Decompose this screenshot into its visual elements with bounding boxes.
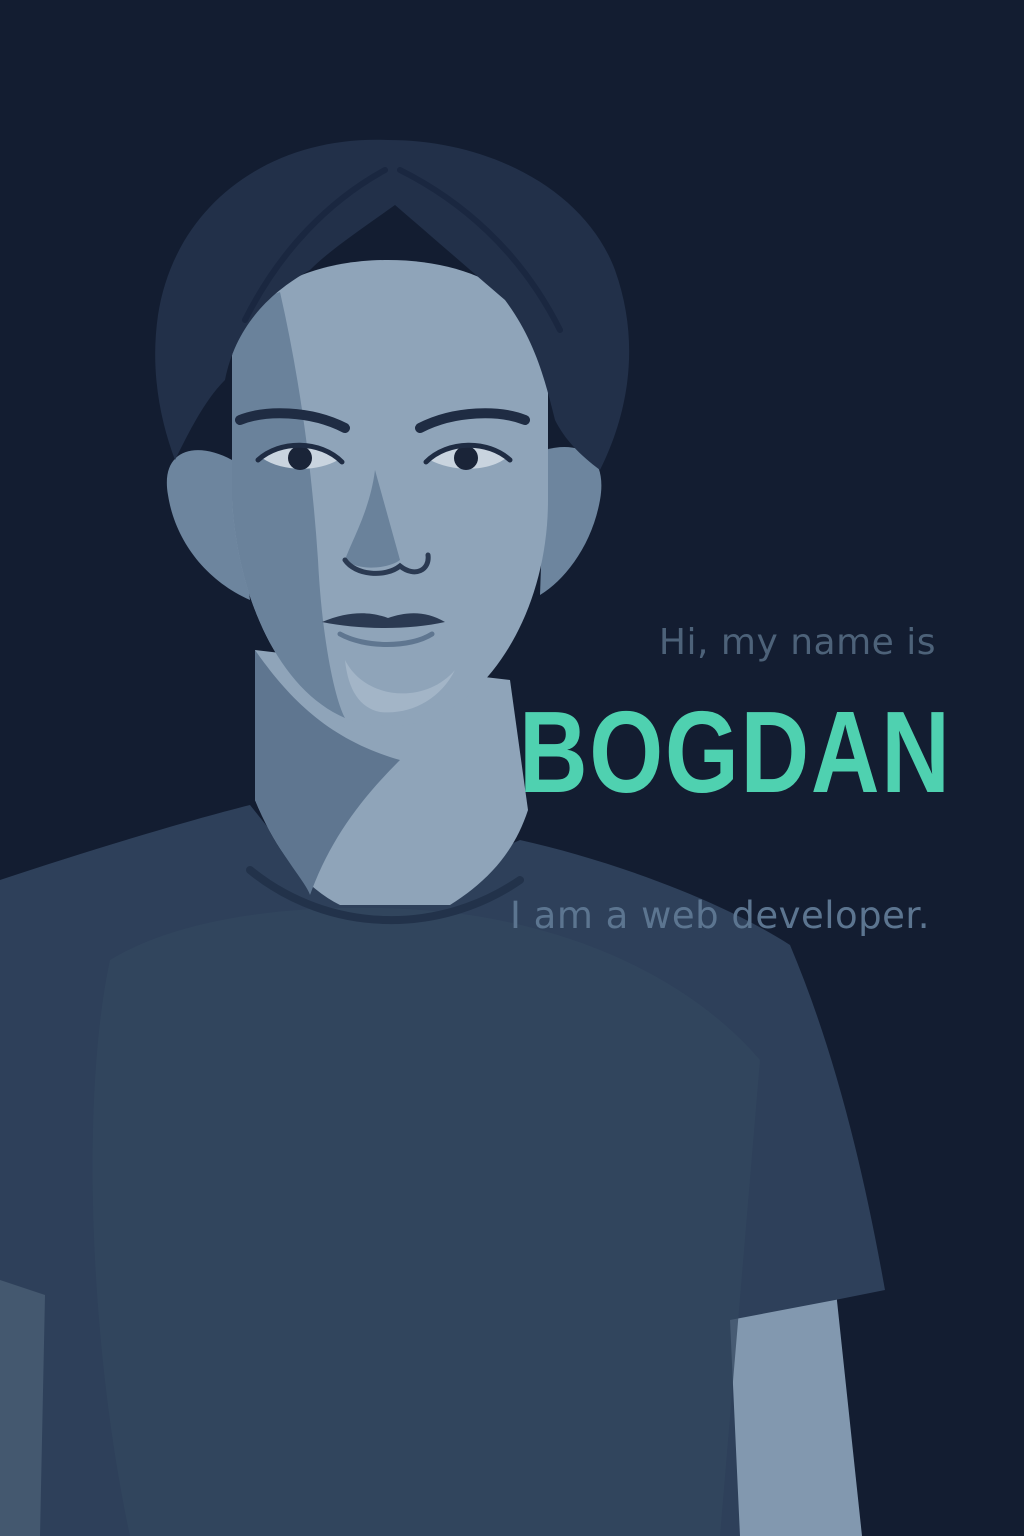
tagline-text: I am a web developer.: [509, 894, 930, 937]
greeting-text: Hi, my name is: [658, 622, 936, 663]
right-pupil: [454, 446, 478, 470]
name-heading: BOGDAN: [519, 687, 952, 817]
shirt-highlight: [92, 907, 761, 1536]
left-pupil: [288, 446, 312, 470]
